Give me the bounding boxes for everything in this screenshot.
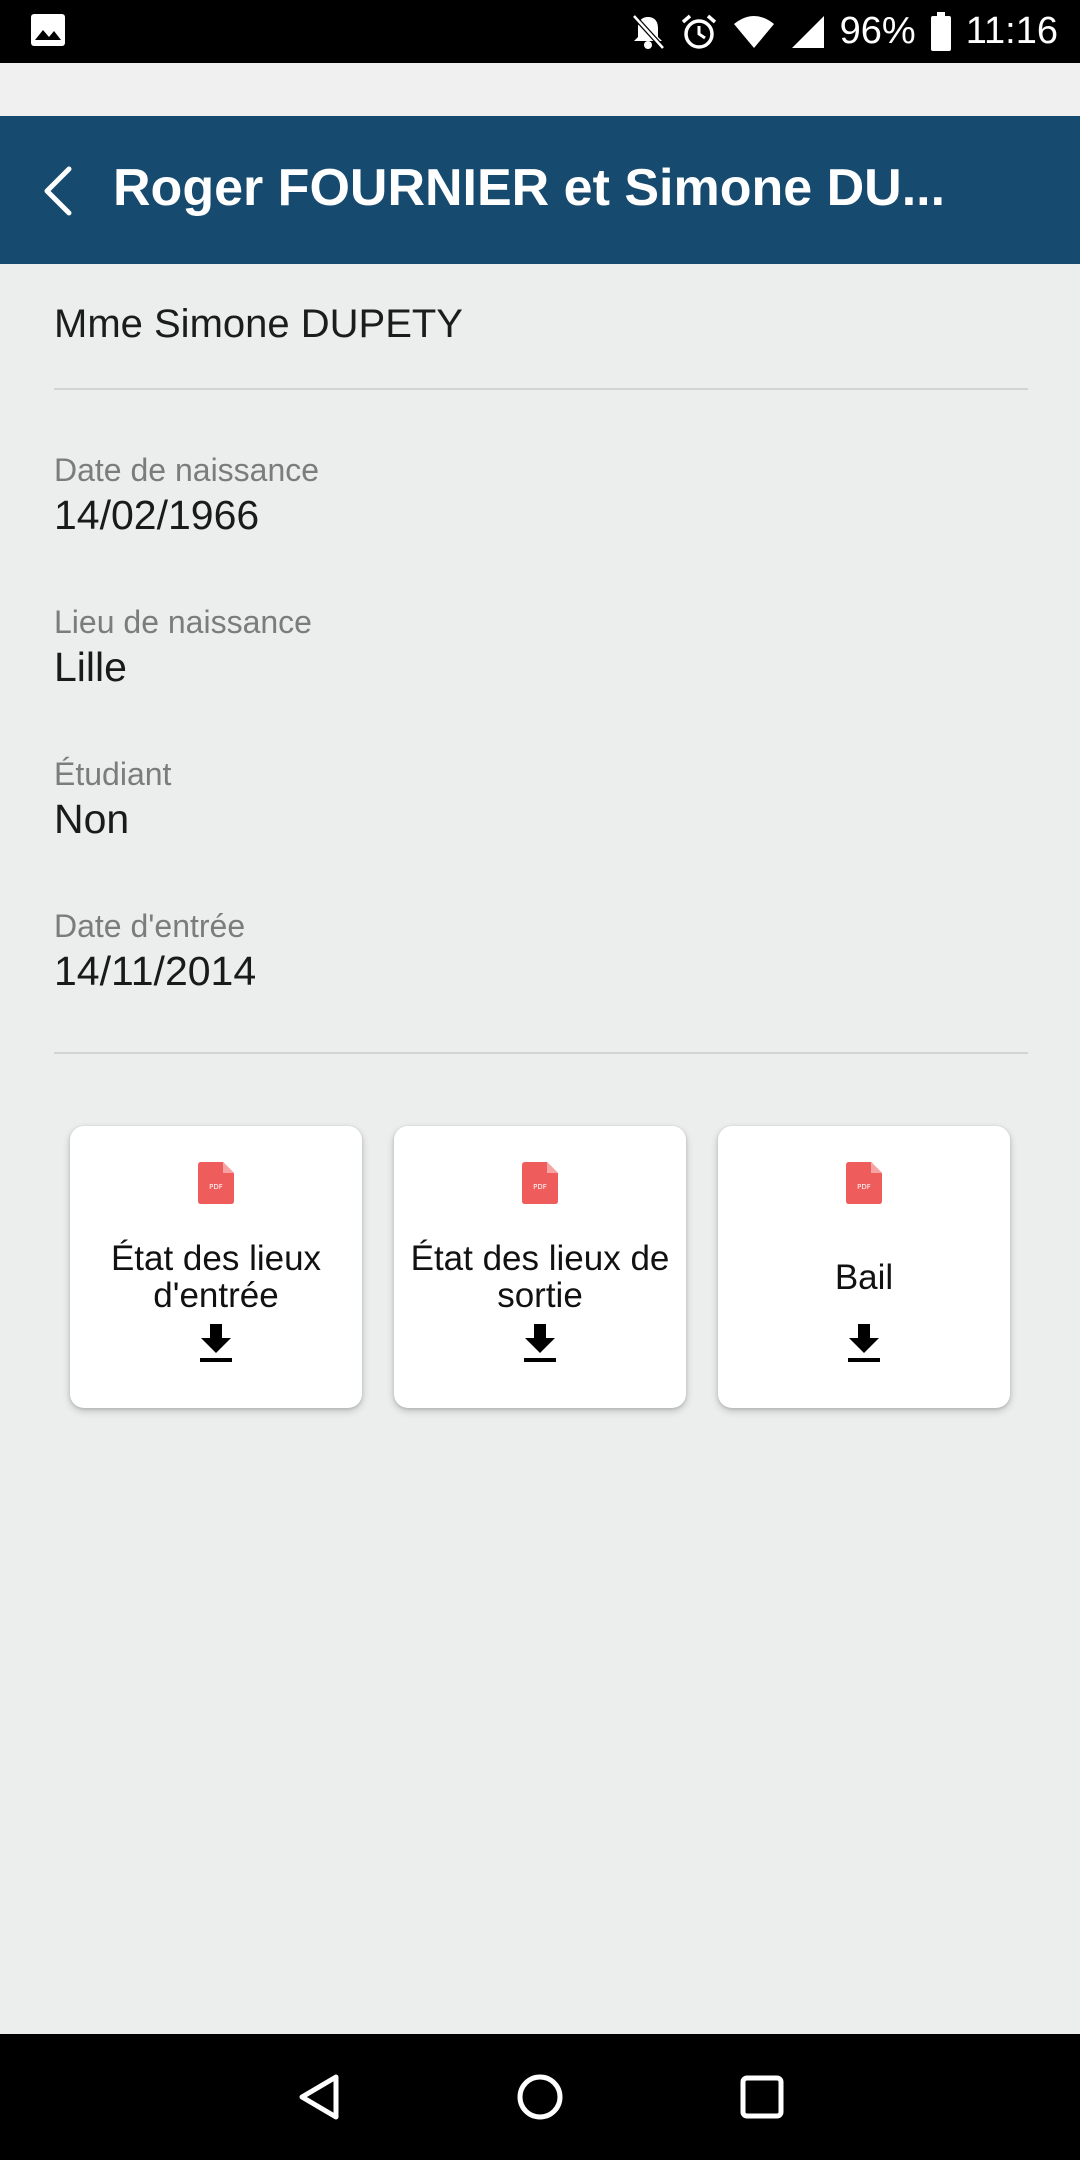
status-bar: 96% 11:16 [0, 0, 1080, 63]
svg-text:PDF: PDF [533, 1183, 547, 1191]
field-label-student: Étudiant [54, 756, 172, 792]
back-button[interactable] [28, 156, 88, 226]
field-label-birth-place: Lieu de naissance [54, 604, 312, 640]
app-bar: Roger FOURNIER et Simone DU... [0, 116, 1080, 264]
divider [54, 1052, 1028, 1054]
image-notification-icon [30, 13, 66, 47]
download-icon[interactable] [198, 1322, 234, 1364]
back-triangle-icon[interactable] [292, 2069, 348, 2125]
field-label-entry-date: Date d'entrée [54, 908, 246, 944]
svg-text:PDF: PDF [209, 1183, 223, 1191]
download-icon[interactable] [846, 1322, 882, 1364]
document-label: État des lieux de sortie [410, 1239, 670, 1315]
document-card-entry-inventory[interactable]: PDF État des lieux d'entrée [70, 1126, 362, 1408]
pdf-file-icon: PDF [846, 1162, 882, 1204]
document-card-exit-inventory[interactable]: PDF État des lieux de sortie [394, 1126, 686, 1408]
person-name: Mme Simone DUPETY [54, 302, 463, 346]
field-value-student: Non [54, 796, 130, 842]
chevron-left-icon [44, 166, 72, 216]
alarm-icon [680, 13, 718, 51]
cellular-signal-icon [790, 14, 826, 50]
document-card-lease[interactable]: PDF Bail [718, 1126, 1010, 1408]
pdf-file-icon: PDF [522, 1162, 558, 1204]
home-circle-icon[interactable] [512, 2069, 568, 2125]
battery-percentage: 96% [839, 10, 916, 52]
wifi-icon [732, 14, 776, 50]
recents-square-icon[interactable] [734, 2069, 790, 2125]
document-label: État des lieux d'entrée [110, 1239, 322, 1315]
divider [54, 388, 1028, 390]
field-label-birth-date: Date de naissance [54, 452, 320, 488]
download-icon[interactable] [522, 1322, 558, 1364]
document-label: Bail [834, 1257, 894, 1297]
svg-text:PDF: PDF [857, 1183, 871, 1191]
page-title: Roger FOURNIER et Simone DU... [113, 159, 946, 217]
field-value-birth-date: 14/02/1966 [54, 492, 260, 538]
field-value-entry-date: 14/11/2014 [54, 948, 257, 994]
top-spacer [0, 63, 1080, 116]
field-value-birth-place: Lille [54, 644, 127, 690]
clock-time: 11:16 [965, 10, 1058, 52]
pdf-file-icon: PDF [198, 1162, 234, 1204]
battery-icon [930, 11, 952, 52]
system-navigation-bar [0, 2034, 1080, 2160]
notifications-off-icon [630, 13, 666, 51]
